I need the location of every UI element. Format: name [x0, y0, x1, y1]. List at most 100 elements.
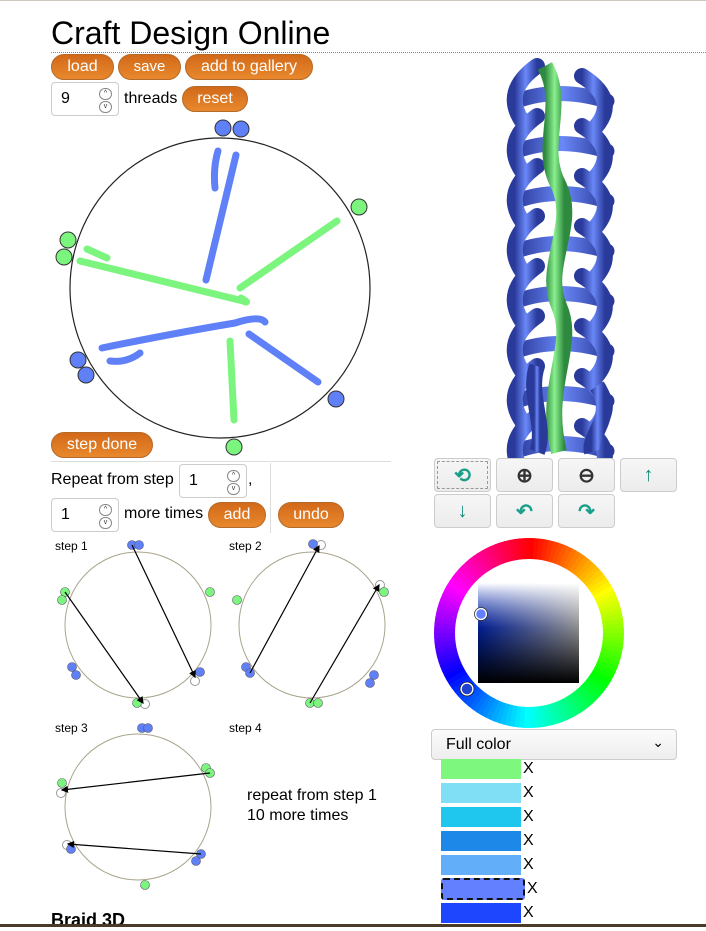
arrow-up-button[interactable]: ↑	[620, 458, 677, 492]
color-swatch[interactable]	[441, 855, 521, 875]
move-arrow-0	[249, 544, 320, 674]
bobbin-7	[195, 667, 205, 677]
repeat-from-label: Repeat from step	[51, 471, 174, 488]
bobbin-6	[71, 670, 81, 680]
chevron-down-icon[interactable]: v	[99, 517, 112, 529]
threads-count-value: 9	[61, 90, 70, 107]
rotate-icon: ⟲	[454, 464, 471, 487]
color-wheel[interactable]	[434, 538, 624, 728]
remove-swatch-button[interactable]: X	[523, 903, 534, 923]
empty-slot-0	[190, 676, 200, 686]
bobbin-1	[143, 723, 153, 733]
repeat-times-input[interactable]: 1 ^ v	[51, 498, 119, 532]
more-times-label: more times	[124, 505, 204, 522]
chevron-up-icon[interactable]: ^	[99, 504, 112, 516]
arrow-down-button[interactable]: ↓	[434, 494, 491, 528]
thread-path-3	[76, 257, 250, 306]
remove-swatch-button[interactable]: X	[523, 759, 534, 779]
editor-ring	[69, 137, 371, 439]
remove-swatch-button[interactable]: X	[523, 855, 534, 875]
add-button[interactable]: add	[208, 502, 266, 528]
repeat-from-stepper[interactable]: ^ v	[227, 470, 240, 495]
rotate-button[interactable]: ⟲	[434, 458, 491, 492]
repeat-summary-line2: 10 more times	[247, 807, 349, 824]
zoom-in-button[interactable]: ⊕	[496, 458, 553, 492]
step-3-diagram[interactable]	[55, 722, 215, 892]
repeat-from-step-input[interactable]: 1 ^ v	[179, 464, 247, 498]
add-to-gallery-button[interactable]: add to gallery	[185, 54, 313, 80]
bobbin-7	[191, 856, 201, 866]
repeat-summary-line1: repeat from step 1	[247, 787, 377, 804]
thread-path-6	[106, 349, 144, 365]
turn-left-button[interactable]: ↶	[496, 494, 553, 528]
thread-path-5	[98, 315, 269, 352]
thread-path-1	[202, 151, 240, 284]
step-done-button[interactable]: step done	[51, 432, 153, 458]
section-divider	[51, 461, 391, 462]
color-swatch[interactable]	[441, 831, 521, 851]
color-mode-select[interactable]: Full color ⌄	[431, 729, 677, 760]
step-4-label: step 4	[229, 721, 262, 735]
remove-swatch-button[interactable]: X	[523, 783, 534, 803]
bobbin-8	[140, 880, 150, 890]
move-arrow-0	[60, 772, 211, 793]
thread-path-2	[83, 245, 111, 262]
zoom-in-icon: ⊕	[516, 464, 533, 487]
title-divider	[51, 52, 706, 53]
zoom-out-button[interactable]: ⊖	[558, 458, 615, 492]
thread-bobbin-1	[232, 120, 250, 138]
remove-swatch-button[interactable]: X	[523, 831, 534, 851]
braid-step-editor[interactable]	[55, 118, 385, 456]
bobbin-4	[57, 595, 67, 605]
undo-button[interactable]: undo	[278, 502, 344, 528]
thread-path-4	[236, 217, 341, 292]
thread-bobbin-4	[55, 248, 73, 266]
arrow-down-icon: ↓	[457, 499, 468, 522]
color-mode-value: Full color	[446, 736, 511, 753]
braid-3d-heading: Braid 3D	[51, 910, 126, 930]
bobbin-2	[205, 587, 215, 597]
color-swatch[interactable]	[441, 783, 521, 803]
step-2-diagram[interactable]	[229, 539, 389, 710]
zoom-out-icon: ⊖	[578, 464, 595, 487]
top-border	[0, 0, 706, 1]
chevron-down-icon[interactable]: v	[99, 101, 112, 113]
move-arrow-0	[131, 544, 196, 679]
thread-bobbin-7	[327, 390, 345, 408]
color-swatch[interactable]	[441, 878, 525, 900]
bobbin-1	[232, 595, 242, 605]
color-swatch[interactable]	[441, 903, 521, 923]
bobbin-2	[379, 587, 389, 597]
arrow-up-icon: ↑	[643, 463, 654, 486]
remove-swatch-button[interactable]: X	[523, 807, 534, 827]
bobbin-6	[365, 678, 375, 688]
turn-right-button[interactable]: ↷	[558, 494, 615, 528]
bobbin-8	[313, 698, 323, 708]
chevron-up-icon[interactable]: ^	[227, 470, 240, 482]
threads-stepper[interactable]: ^ v	[99, 88, 112, 113]
repeat-times-stepper[interactable]: ^ v	[99, 504, 112, 529]
chevron-down-icon[interactable]: v	[227, 483, 240, 495]
blue-strand-bottom	[526, 363, 548, 455]
bobbin-0	[308, 539, 318, 549]
threads-count-input[interactable]: 9 ^ v	[51, 82, 119, 116]
save-button[interactable]: save	[118, 54, 181, 80]
reset-button[interactable]: reset	[182, 86, 248, 112]
bobbin-1	[134, 540, 144, 550]
step-ring	[64, 733, 212, 881]
bobbin-5	[369, 670, 379, 680]
step-1-diagram[interactable]	[55, 540, 215, 710]
chevron-up-icon[interactable]: ^	[99, 88, 112, 100]
chevron-down-icon: ⌄	[652, 734, 664, 750]
bobbin-4	[57, 778, 67, 788]
braid-3d-preview[interactable]	[497, 58, 627, 489]
thread-path-7	[245, 330, 322, 386]
threads-label: threads	[124, 90, 178, 107]
load-button[interactable]: load	[51, 54, 114, 80]
remove-swatch-button[interactable]: X	[527, 879, 538, 899]
color-swatch[interactable]	[441, 807, 521, 827]
sv-picker-handle	[474, 607, 488, 621]
color-swatch[interactable]	[441, 759, 521, 779]
thread-bobbin-0	[214, 119, 232, 137]
repeat-times-value: 1	[61, 506, 70, 523]
